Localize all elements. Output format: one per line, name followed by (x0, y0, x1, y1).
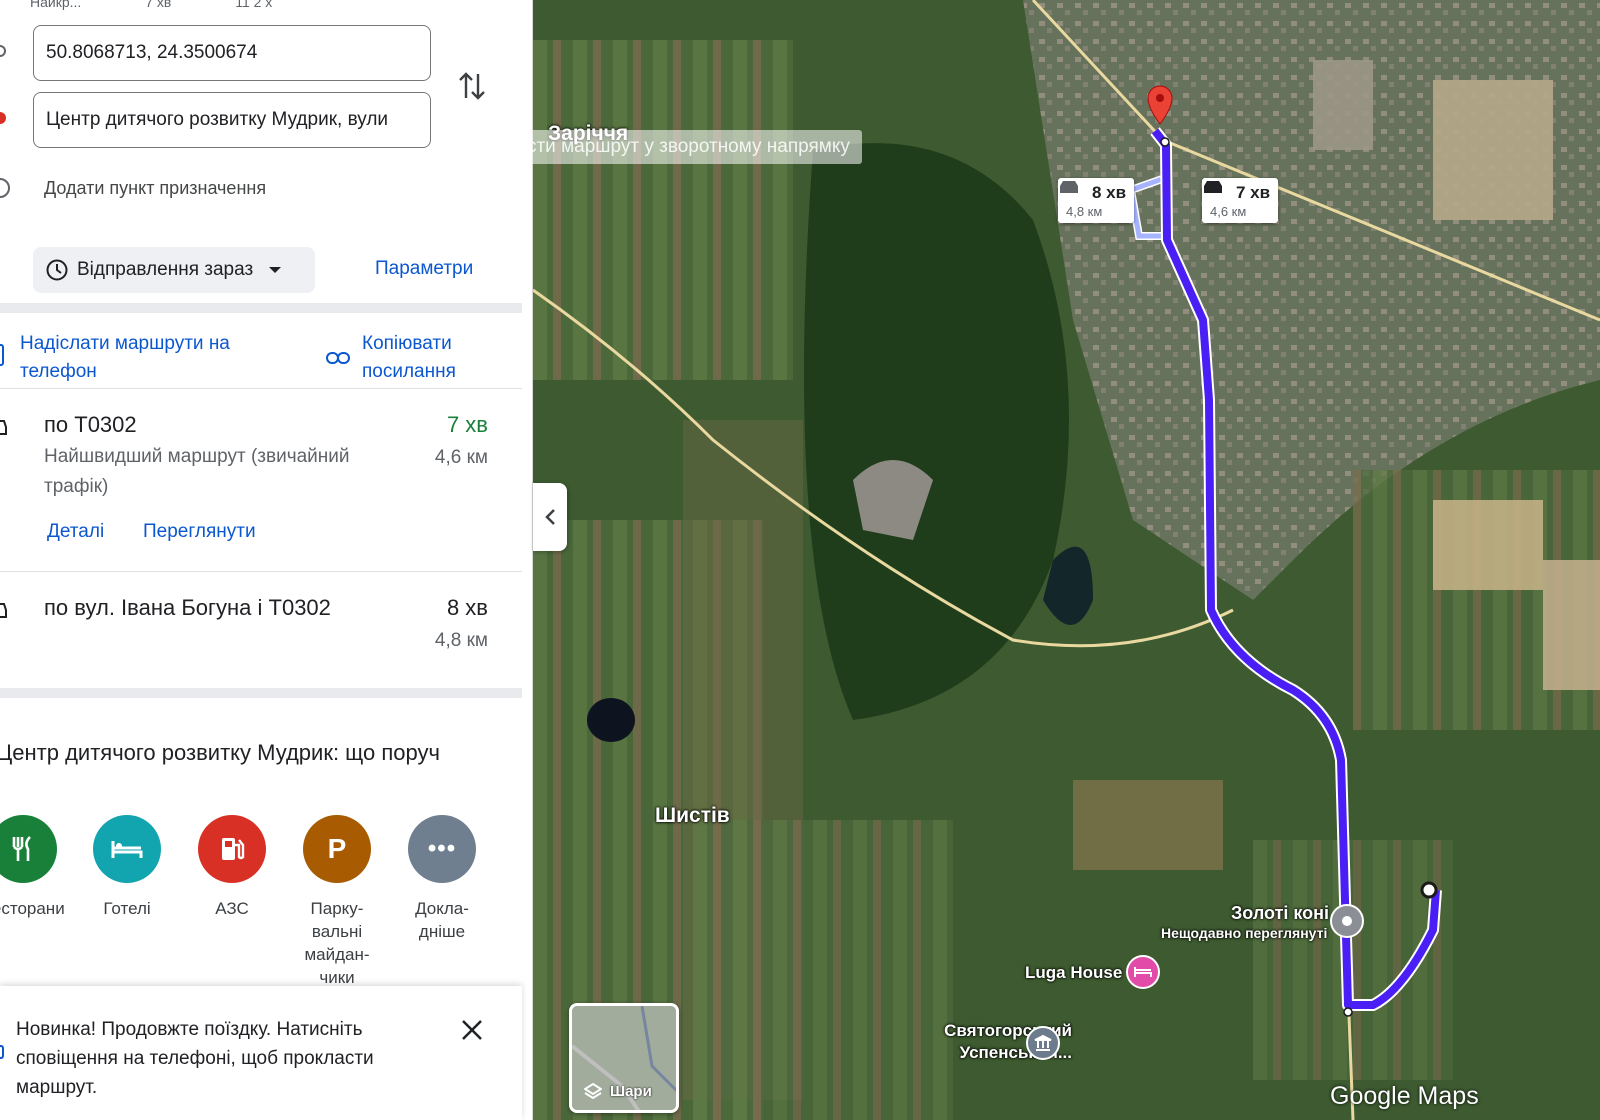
route-description: Найшвидший маршрут (звичайний трафік) (44, 446, 350, 497)
route-name: по вул. Івана Богуна і Т0302 (44, 595, 331, 620)
departure-time-dropdown[interactable]: Відправлення зараз (33, 247, 315, 293)
phone-icon (0, 1045, 4, 1059)
category-gas-stations[interactable]: АЗС (182, 815, 282, 920)
nearby-title: Центр дитячого розвитку Мудрик: що поруч (0, 740, 440, 765)
hotel-pin-icon[interactable] (1126, 955, 1160, 989)
route-option-1[interactable]: по Т0302 7 хв Найшвидший маршрут (звичай… (0, 389, 522, 571)
route-label-main[interactable]: 7 хв 4,6 км (1202, 178, 1279, 223)
category-label: Парку-вальні майдан-чики (304, 899, 370, 987)
route-options-link[interactable]: Параметри (375, 258, 473, 280)
place-label-shystiv[interactable]: Шистів (655, 804, 730, 828)
route-label-distance: 4,8 км (1066, 204, 1103, 219)
directions-panel: Найкр... 7 хв 11 2 х 50.8068713, 24.3500… (0, 0, 533, 1120)
route-label-distance: 4,6 км (1210, 204, 1247, 219)
divider (0, 688, 522, 698)
category-label: Ресторани (0, 899, 65, 918)
gas-station-icon (198, 815, 266, 883)
close-icon[interactable] (460, 1018, 484, 1042)
route-label-alt[interactable]: 8 хв 4,8 км (1058, 178, 1135, 223)
route-distance: 4,6 км (434, 447, 488, 468)
divider (0, 303, 522, 313)
chevron-left-icon (545, 509, 555, 525)
layers-button[interactable]: Шари (569, 1003, 679, 1113)
route-name: по Т0302 (44, 412, 137, 437)
category-restaurants[interactable]: Ресторани (0, 815, 73, 920)
route-time: 7 хв (446, 412, 488, 437)
category-more[interactable]: ••• Докла-дніше (392, 815, 492, 943)
collapse-panel-button[interactable] (533, 483, 567, 551)
route-option-2[interactable]: по вул. Івана Богуна і Т0302 8 хв 4,8 км (0, 572, 522, 687)
add-destination-icon (0, 178, 10, 198)
more-icon: ••• (408, 815, 476, 883)
link-icon (326, 352, 350, 364)
museum-pin-icon[interactable] (1026, 1026, 1060, 1060)
travel-mode-transit[interactable]: 11 2 х (235, 0, 272, 10)
category-label: АЗС (215, 899, 249, 918)
layers-label: Шари (610, 1083, 652, 1100)
swap-directions-icon[interactable] (456, 68, 488, 104)
promo-text: Новинка! Продовжте поїздку. Натисніть сп… (16, 1019, 374, 1098)
reverse-route-tooltip: Прокласти маршрут у зворотному напрямку (450, 130, 862, 164)
hotel-icon (93, 815, 161, 883)
route-label-time: 7 хв (1236, 183, 1271, 202)
satellite-map[interactable]: Заріччя Шистів Золоті коні Нещодавно пер… (533, 0, 1600, 1120)
destination-input[interactable]: Центр дитячого розвитку Мудрик, вули (33, 92, 431, 148)
place-sublabel-recent: Нещодавно переглянуті (1161, 925, 1328, 941)
category-label: Докла-дніше (415, 899, 469, 941)
layers-icon (584, 1082, 602, 1100)
satellite-imagery (533, 0, 1600, 1120)
route-distance: 4,8 км (434, 630, 488, 651)
origin-input[interactable]: 50.8068713, 24.3500674 (33, 25, 431, 81)
departure-label: Відправлення зараз (77, 259, 254, 280)
place-label-luga-house[interactable]: Luga House (1025, 963, 1122, 983)
recent-place-pin-icon[interactable] (1330, 904, 1364, 938)
origin-dot-icon (0, 45, 6, 57)
copy-link-button[interactable]: Копіювати посилання (362, 330, 512, 386)
category-parking[interactable]: P Парку-вальні майдан-чики (287, 815, 387, 989)
route-details-link[interactable]: Деталі (47, 521, 104, 543)
car-icon (0, 603, 7, 618)
car-icon (0, 420, 7, 435)
destination-pin-icon (0, 112, 6, 124)
send-to-phone-link[interactable]: Надіслати маршрути на телефон (20, 330, 270, 386)
category-hotels[interactable]: Готелі (77, 815, 177, 920)
phone-icon (0, 344, 4, 366)
travel-mode-row: Найкр... 7 хв 11 2 х (30, 0, 332, 10)
travel-mode-car[interactable]: 7 хв (145, 0, 171, 10)
clock-icon (46, 259, 68, 281)
route-preview-link[interactable]: Переглянути (143, 521, 256, 543)
google-maps-logo: Google Maps (1330, 1082, 1479, 1110)
route-time: 8 хв (446, 595, 488, 620)
route-label-time: 8 хв (1092, 183, 1127, 202)
travel-mode-best[interactable]: Найкр... (30, 0, 81, 10)
restaurant-icon (0, 815, 57, 883)
place-label-zoloti-koni[interactable]: Золоті коні (1231, 903, 1329, 924)
parking-icon: P (303, 815, 371, 883)
category-label: Готелі (103, 899, 151, 918)
dropdown-arrow-icon (269, 267, 282, 273)
add-destination-link[interactable]: Додати пункт призначення (44, 178, 266, 199)
